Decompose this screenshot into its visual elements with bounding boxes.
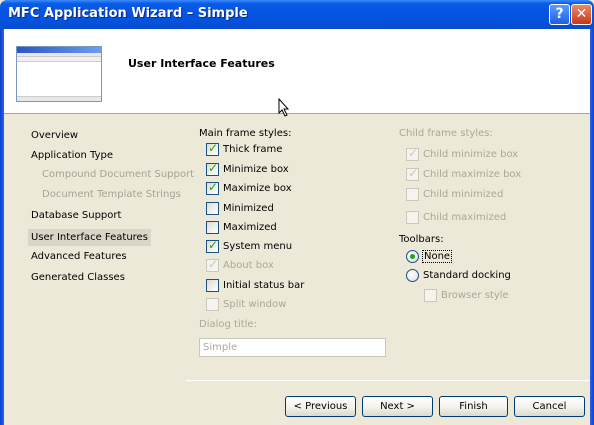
checkbox-icon [206, 141, 219, 156]
maximize-box-checkbox[interactable]: Maximize box [206, 180, 292, 196]
split-window-checkbox[interactable]: Split window [206, 296, 286, 312]
nav-advanced-features[interactable]: Advanced Features [31, 248, 127, 265]
checkbox-icon [424, 288, 437, 302]
title-bar[interactable]: MFC Application Wizard – Simple ? ✕ [0, 0, 594, 29]
finish-button[interactable]: Finish [439, 396, 508, 417]
wizard-window: MFC Application Wizard – Simple ? ✕ User… [0, 0, 594, 425]
radio-icon [406, 268, 419, 282]
minimize-box-checkbox[interactable]: Minimize box [206, 161, 289, 177]
minimized-checkbox[interactable]: Minimized [206, 200, 274, 216]
checkbox-icon [206, 161, 219, 176]
thick-frame-checkbox[interactable]: Thick frame [206, 141, 282, 157]
nav-overview[interactable]: Overview [31, 127, 78, 144]
wizard-header: User Interface Features [4, 29, 590, 117]
nav-application-type[interactable]: Application Type [31, 147, 113, 164]
toolbar-standard-docking-radio[interactable]: Standard docking [406, 267, 511, 283]
checkbox-icon [206, 180, 219, 195]
window-title: MFC Application Wizard – Simple [8, 6, 248, 21]
checkbox-icon [206, 257, 219, 272]
checkbox-icon [406, 187, 419, 201]
radio-selected-icon [406, 249, 419, 263]
system-menu-checkbox[interactable]: System menu [206, 238, 292, 254]
toolbar-none-radio[interactable]: None [406, 248, 453, 264]
nav-generated-classes[interactable]: Generated Classes [31, 269, 125, 286]
next-button[interactable]: Next > [362, 396, 433, 417]
checkbox-icon [206, 220, 219, 234]
checkbox-icon [406, 146, 419, 161]
checkbox-icon [206, 278, 219, 292]
page-title: User Interface Features [128, 57, 275, 70]
previous-button[interactable]: < Previous [285, 396, 356, 417]
main-frame-styles-label: Main frame styles: [199, 128, 292, 139]
maximized-checkbox[interactable]: Maximized [206, 219, 277, 235]
about-box-checkbox[interactable]: About box [206, 257, 274, 273]
child-minimize-box-checkbox[interactable]: Child minimize box [406, 146, 518, 162]
window-border-right [590, 29, 594, 425]
dialog-title-input[interactable] [199, 338, 386, 357]
nav-user-interface-features[interactable]: User Interface Features [28, 229, 151, 246]
mouse-cursor-icon [278, 98, 290, 117]
checkbox-icon [406, 210, 419, 224]
nav-compound-document-support[interactable]: Compound Document Support [42, 166, 194, 183]
nav-document-template-strings[interactable]: Document Template Strings [42, 186, 181, 203]
nav-database-support[interactable]: Database Support [31, 207, 121, 224]
child-minimized-checkbox[interactable]: Child minimized [406, 186, 503, 202]
help-button[interactable]: ? [549, 4, 570, 25]
wizard-nav: Overview Application Type Compound Docum… [4, 115, 194, 421]
checkbox-icon [206, 238, 219, 253]
browser-style-checkbox[interactable]: Browser style [424, 287, 509, 303]
button-divider [186, 380, 590, 381]
checkbox-icon [406, 166, 419, 181]
checkbox-icon [206, 201, 219, 215]
child-frame-styles-label: Child frame styles: [399, 128, 493, 139]
child-maximized-checkbox[interactable]: Child maximized [406, 209, 506, 225]
app-preview-icon [16, 46, 102, 102]
child-maximize-box-checkbox[interactable]: Child maximize box [406, 166, 521, 182]
dialog-title-label: Dialog title: [199, 319, 257, 330]
checkbox-icon [206, 297, 219, 311]
close-button[interactable]: ✕ [571, 4, 592, 25]
cancel-button[interactable]: Cancel [514, 396, 585, 417]
initial-status-bar-checkbox[interactable]: Initial status bar [206, 277, 304, 293]
toolbars-label: Toolbars: [399, 234, 444, 245]
